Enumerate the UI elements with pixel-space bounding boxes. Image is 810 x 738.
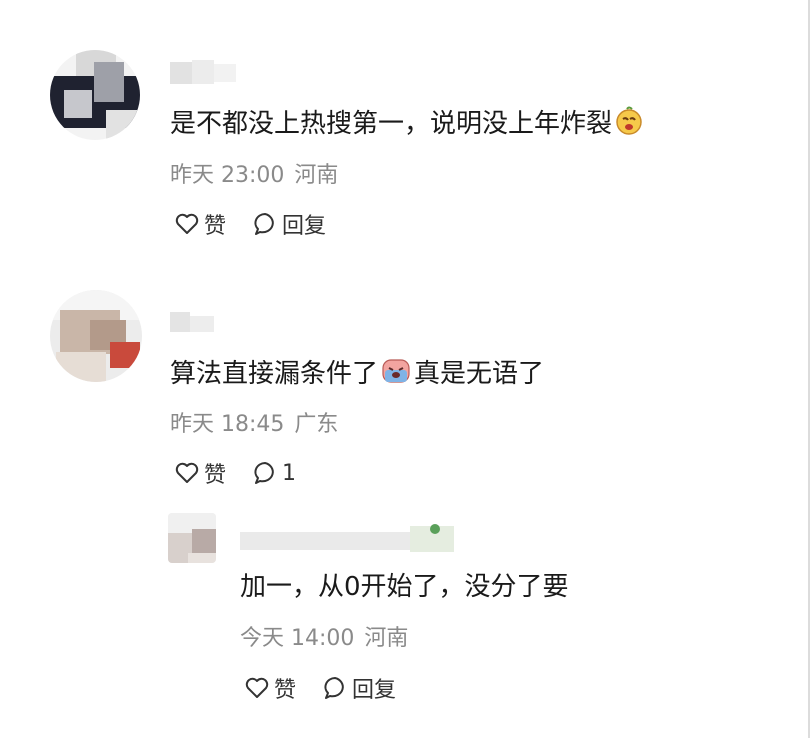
reply-count: 1	[282, 460, 297, 486]
avatar[interactable]	[50, 290, 142, 382]
avatar[interactable]	[168, 513, 216, 563]
heart-icon	[175, 213, 199, 234]
avatar[interactable]	[50, 50, 140, 140]
username-blurred[interactable]	[240, 524, 456, 552]
reply-time: 今天 14:00	[240, 626, 355, 651]
comment-location: 河南	[294, 163, 339, 188]
speech-bubble-icon	[254, 213, 274, 235]
comment-time: 昨天 18:45	[170, 412, 285, 437]
speech-bubble-icon	[254, 462, 274, 484]
username-blurred[interactable]	[170, 60, 240, 84]
like-label: 赞	[274, 678, 297, 703]
comment-text-main: 算法直接漏条件了	[170, 359, 379, 389]
reply-button[interactable]: 回复	[252, 208, 326, 240]
reply-location: 河南	[364, 626, 409, 651]
comment-actions: 赞 1	[174, 457, 322, 489]
smirk-face-emoji-icon	[614, 106, 644, 145]
comment-location: 广东	[294, 412, 339, 437]
like-button[interactable]: 赞	[244, 672, 296, 704]
comment-meta: 昨天 18:45 广东	[170, 411, 338, 439]
heart-icon	[245, 677, 269, 698]
like-label: 赞	[204, 214, 227, 239]
comment-time: 昨天 23:00	[170, 163, 285, 188]
like-button[interactable]: 赞	[174, 208, 226, 240]
speech-bubble-icon	[324, 677, 344, 699]
like-button[interactable]: 赞	[174, 457, 226, 489]
reply-label: 回复	[282, 214, 327, 239]
heart-icon	[175, 462, 199, 483]
reply-meta: 今天 14:00 河南	[240, 625, 408, 653]
comment-actions: 赞 回复	[174, 208, 352, 240]
comment-meta: 昨天 23:00 河南	[170, 162, 338, 190]
like-label: 赞	[204, 463, 227, 488]
reply-text: 加一，从0开始了，没分了要	[240, 572, 569, 602]
reply-label: 回复	[352, 678, 397, 703]
comment-text-tail: 真是无语了	[414, 359, 545, 389]
comment-text: 算法直接漏条件了 真是无语了	[170, 356, 544, 395]
reply-button[interactable]: 1	[252, 460, 296, 486]
username-blurred[interactable]	[170, 308, 216, 332]
comment-text: 是不都没上热搜第一，说明没上年炸裂	[170, 106, 646, 145]
reply-actions: 赞 回复	[244, 672, 422, 704]
crying-face-emoji-icon	[380, 356, 412, 395]
comment-text-main: 是不都没上热搜第一，说明没上年炸裂	[170, 109, 613, 139]
reply-button[interactable]: 回复	[322, 672, 396, 704]
